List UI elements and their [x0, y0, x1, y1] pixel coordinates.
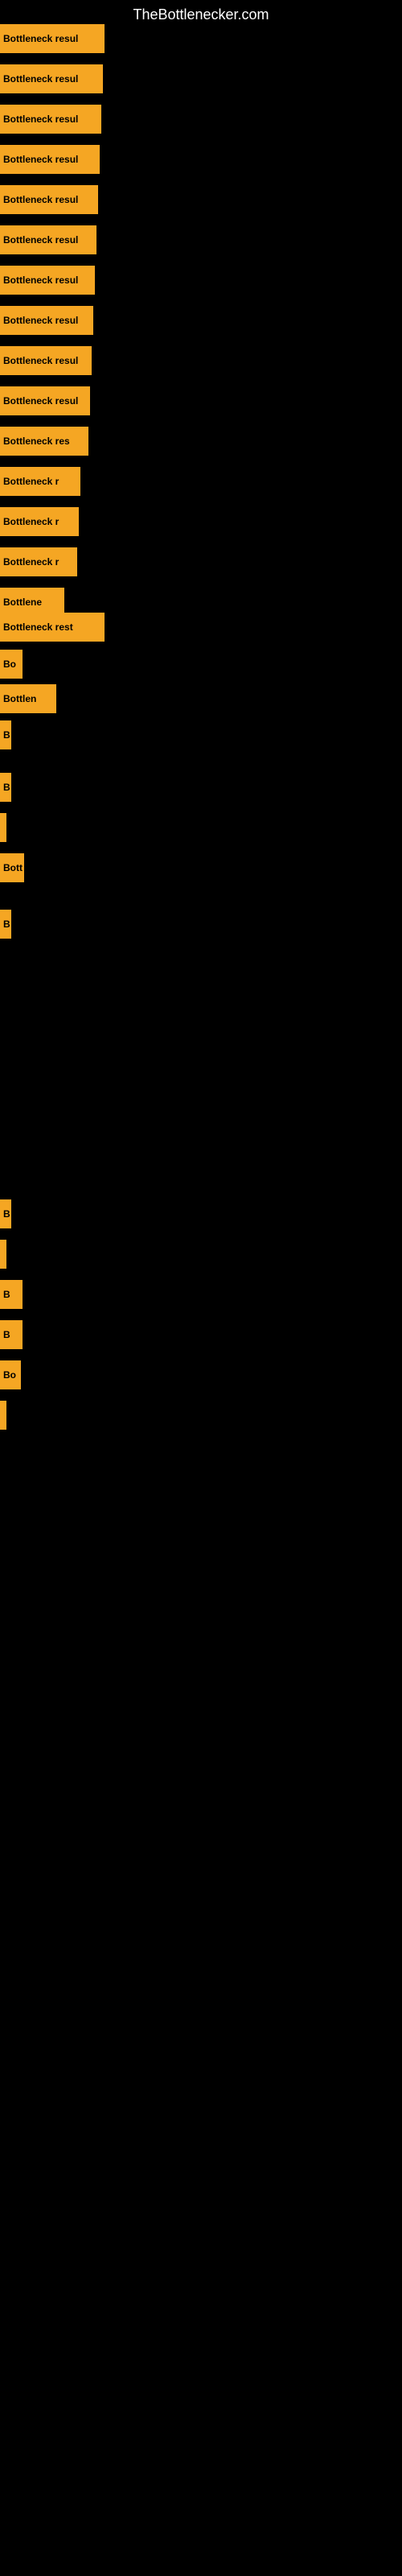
bottleneck-bar-9: Bottleneck resul: [0, 386, 90, 415]
bottleneck-label-17: Bottlen: [3, 693, 36, 704]
bottleneck-item-5[interactable]: Bottleneck resul: [0, 225, 96, 254]
bottleneck-item-6[interactable]: Bottleneck resul: [0, 266, 95, 295]
bottleneck-item-9[interactable]: Bottleneck resul: [0, 386, 90, 415]
bottleneck-bar-4: Bottleneck resul: [0, 185, 98, 214]
bottleneck-item-25[interactable]: B: [0, 1280, 23, 1309]
bottleneck-bar-11: Bottleneck r: [0, 467, 80, 496]
bottleneck-label-15: Bottleneck rest: [3, 621, 73, 633]
bottleneck-bar-3: Bottleneck resul: [0, 145, 100, 174]
bottleneck-item-18[interactable]: B: [0, 720, 11, 749]
bottleneck-label-9: Bottleneck resul: [3, 395, 78, 407]
bottleneck-label-27: Bo: [3, 1369, 16, 1381]
bottleneck-item-21[interactable]: Bott: [0, 853, 24, 882]
bottleneck-label-10: Bottleneck res: [3, 436, 70, 447]
bottleneck-bar-6: Bottleneck resul: [0, 266, 95, 295]
bottleneck-label-0: Bottleneck resul: [3, 33, 78, 44]
bottleneck-label-21: Bott: [3, 862, 23, 873]
bottleneck-item-24[interactable]: [0, 1240, 6, 1269]
bottleneck-bar-13: Bottleneck r: [0, 547, 77, 576]
bottleneck-bar-18: B: [0, 720, 11, 749]
bottleneck-label-26: B: [3, 1329, 10, 1340]
bottleneck-bar-28: [0, 1401, 6, 1430]
bottleneck-bar-12: Bottleneck r: [0, 507, 79, 536]
bottleneck-item-3[interactable]: Bottleneck resul: [0, 145, 100, 174]
bottleneck-item-1[interactable]: Bottleneck resul: [0, 64, 103, 93]
bottleneck-item-7[interactable]: Bottleneck resul: [0, 306, 93, 335]
bottleneck-label-25: B: [3, 1289, 10, 1300]
bottleneck-label-2: Bottleneck resul: [3, 114, 78, 125]
bottleneck-label-16: Bo: [3, 658, 16, 670]
bottleneck-bar-26: B: [0, 1320, 23, 1349]
bottleneck-label-13: Bottleneck r: [3, 556, 59, 568]
bottleneck-bar-17: Bottlen: [0, 684, 56, 713]
bottleneck-bar-15: Bottleneck rest: [0, 613, 105, 642]
bottleneck-item-27[interactable]: Bo: [0, 1360, 21, 1389]
bottleneck-bar-10: Bottleneck res: [0, 427, 88, 456]
bottleneck-label-19: B: [3, 782, 10, 793]
bottleneck-label-18: B: [3, 729, 10, 741]
bottleneck-label-14: Bottlene: [3, 597, 42, 608]
bottleneck-label-11: Bottleneck r: [3, 476, 59, 487]
bottleneck-item-13[interactable]: Bottleneck r: [0, 547, 77, 576]
bottleneck-item-20[interactable]: [0, 813, 6, 842]
bottleneck-label-12: Bottleneck r: [3, 516, 59, 527]
bottleneck-item-4[interactable]: Bottleneck resul: [0, 185, 98, 214]
bottleneck-bar-27: Bo: [0, 1360, 21, 1389]
bottleneck-item-16[interactable]: Bo: [0, 650, 23, 679]
bottleneck-bar-22: B: [0, 910, 11, 939]
bottleneck-bar-1: Bottleneck resul: [0, 64, 103, 93]
bottleneck-label-3: Bottleneck resul: [3, 154, 78, 165]
bottleneck-bar-5: Bottleneck resul: [0, 225, 96, 254]
bottleneck-item-0[interactable]: Bottleneck resul: [0, 24, 105, 53]
bottleneck-bar-23: B: [0, 1199, 11, 1228]
bottleneck-item-2[interactable]: Bottleneck resul: [0, 105, 101, 134]
bottleneck-label-7: Bottleneck resul: [3, 315, 78, 326]
bottleneck-label-1: Bottleneck resul: [3, 73, 78, 85]
bottleneck-item-8[interactable]: Bottleneck resul: [0, 346, 92, 375]
bottleneck-item-12[interactable]: Bottleneck r: [0, 507, 79, 536]
bottleneck-label-6: Bottleneck resul: [3, 275, 78, 286]
bottleneck-label-8: Bottleneck resul: [3, 355, 78, 366]
bottleneck-bar-21: Bott: [0, 853, 24, 882]
bottleneck-label-5: Bottleneck resul: [3, 234, 78, 246]
bottleneck-bar-0: Bottleneck resul: [0, 24, 105, 53]
bottleneck-bar-16: Bo: [0, 650, 23, 679]
bottleneck-item-15[interactable]: Bottleneck rest: [0, 613, 105, 642]
bottleneck-bar-7: Bottleneck resul: [0, 306, 93, 335]
bottleneck-label-22: B: [3, 919, 10, 930]
bottleneck-bar-25: B: [0, 1280, 23, 1309]
bottleneck-item-23[interactable]: B: [0, 1199, 11, 1228]
bottleneck-item-11[interactable]: Bottleneck r: [0, 467, 80, 496]
bottleneck-item-26[interactable]: B: [0, 1320, 23, 1349]
bottleneck-bar-24: [0, 1240, 6, 1269]
bottleneck-label-23: B: [3, 1208, 10, 1220]
bottleneck-item-22[interactable]: B: [0, 910, 11, 939]
bottleneck-bar-8: Bottleneck resul: [0, 346, 92, 375]
bottleneck-item-10[interactable]: Bottleneck res: [0, 427, 88, 456]
bottleneck-item-17[interactable]: Bottlen: [0, 684, 56, 713]
bottleneck-bar-19: B: [0, 773, 11, 802]
bottleneck-item-28[interactable]: [0, 1401, 6, 1430]
bottleneck-label-4: Bottleneck resul: [3, 194, 78, 205]
bottleneck-item-19[interactable]: B: [0, 773, 11, 802]
bottleneck-bar-2: Bottleneck resul: [0, 105, 101, 134]
bottleneck-bar-20: [0, 813, 6, 842]
